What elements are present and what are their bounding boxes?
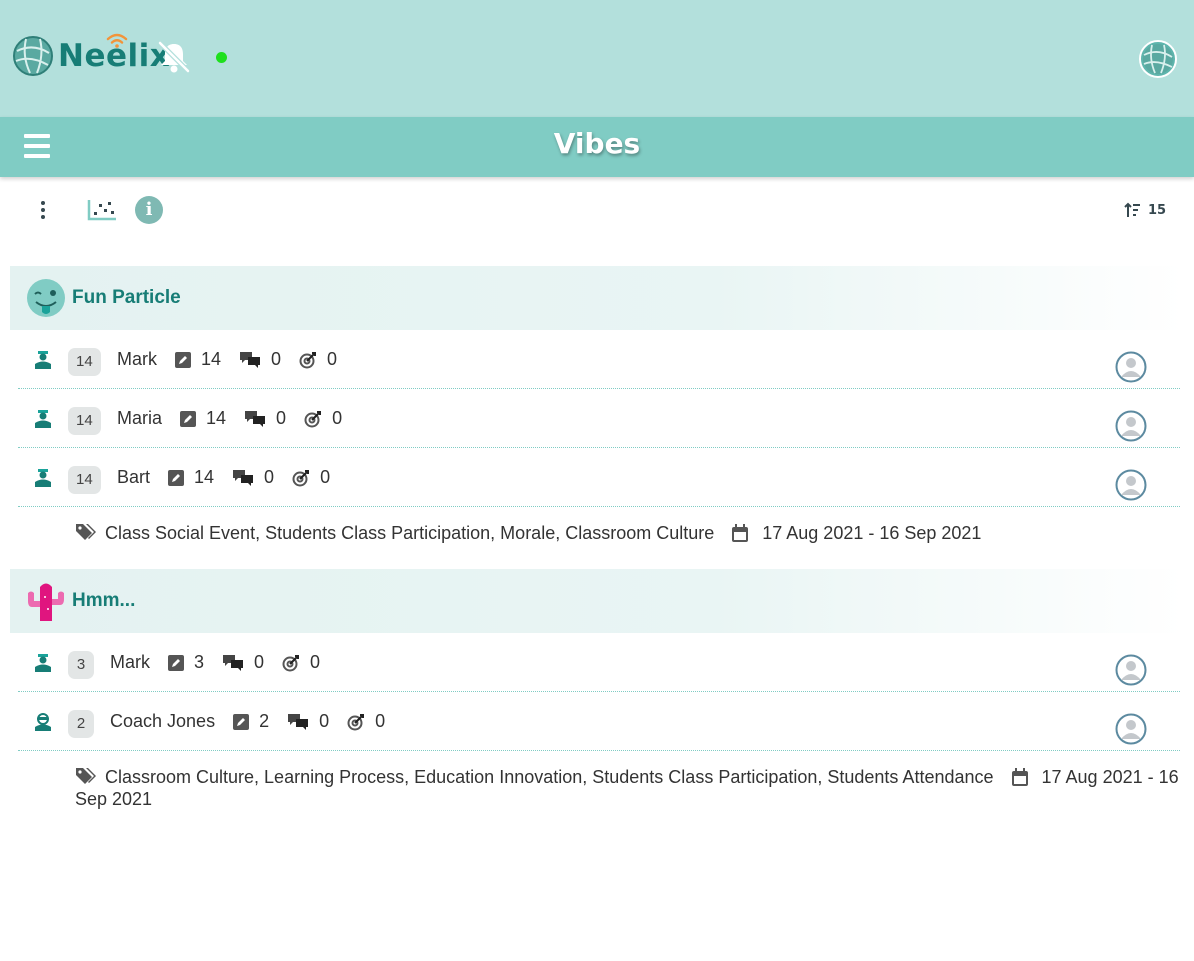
user-profile-avatar[interactable] — [1139, 40, 1177, 78]
count-badge: 2 — [68, 710, 94, 738]
edit-icon — [175, 351, 191, 368]
posts-count: 14 — [201, 349, 222, 369]
comments-count: 0 — [254, 652, 265, 672]
tags-icon — [76, 524, 96, 540]
comments-count: 0 — [319, 711, 330, 731]
teacher-icon — [35, 654, 51, 672]
group-title: Fun Particle — [72, 287, 181, 308]
title-bar: Vibes — [0, 117, 1194, 177]
tags-icon — [76, 768, 96, 784]
target-icon — [299, 351, 317, 368]
reactions-count: 0 — [375, 711, 386, 731]
online-status-dot — [216, 52, 227, 63]
comments-icon — [240, 351, 261, 368]
target-icon — [282, 654, 300, 671]
calendar-icon — [732, 524, 749, 542]
reactions-count: 0 — [310, 652, 321, 672]
top-bar: Neelix — [0, 0, 1194, 117]
user-avatar-icon[interactable] — [1115, 410, 1147, 442]
winking-tongue-face-icon — [27, 279, 65, 317]
target-icon — [304, 410, 322, 427]
target-icon — [292, 469, 310, 486]
table-row[interactable]: 14 Mark 14 0 0 — [18, 330, 1180, 389]
comments-icon — [245, 410, 266, 427]
teacher-icon — [35, 469, 51, 487]
group-meta: Class Social Event, Students Class Parti… — [75, 522, 1180, 544]
neelix-logo[interactable]: Neelix — [12, 33, 170, 79]
calendar-icon — [1011, 768, 1028, 786]
coach-icon — [35, 713, 51, 731]
table-row[interactable]: 14 Bart 14 0 0 — [18, 448, 1180, 507]
comments-icon — [233, 469, 254, 486]
teacher-icon — [35, 351, 51, 369]
wifi-signal-icon — [106, 33, 128, 48]
toolbar: i 15 — [0, 177, 1194, 243]
edit-icon — [168, 654, 184, 671]
group-header-hmm[interactable]: Hmm... — [10, 569, 1184, 633]
row-stats: Bart 14 0 0 — [117, 448, 348, 507]
comments-count: 0 — [271, 349, 282, 369]
table-row[interactable]: 2 Coach Jones 2 0 0 — [18, 692, 1180, 751]
count-badge: 3 — [68, 651, 94, 679]
table-row[interactable]: 14 Maria 14 0 0 — [18, 389, 1180, 448]
user-avatar-icon[interactable] — [1115, 713, 1147, 745]
target-icon — [347, 713, 365, 730]
user-name: Mark — [110, 652, 150, 672]
posts-count: 14 — [194, 467, 215, 487]
sort-count: 15 — [1148, 202, 1167, 218]
info-icon[interactable]: i — [135, 196, 163, 224]
user-name: Bart — [117, 467, 151, 487]
group-tags: Class Social Event, Students Class Parti… — [105, 523, 715, 543]
user-avatar-icon[interactable] — [1115, 469, 1147, 501]
user-name: Mark — [117, 349, 157, 369]
group-title: Hmm... — [72, 590, 136, 611]
user-name: Maria — [117, 408, 163, 428]
group-date-range: 17 Aug 2021 - 16 Sep 2021 — [762, 523, 982, 543]
row-stats: Mark 3 0 0 — [110, 633, 338, 692]
posts-count: 3 — [194, 652, 205, 672]
more-vertical-icon[interactable] — [36, 201, 50, 221]
posts-count: 14 — [206, 408, 227, 428]
reactions-count: 0 — [320, 467, 331, 487]
reactions-count: 0 — [327, 349, 338, 369]
count-badge: 14 — [68, 407, 101, 435]
count-badge: 14 — [68, 348, 101, 376]
user-globe-icon — [1143, 44, 1173, 74]
teacher-icon — [35, 410, 51, 428]
group-meta: Classroom Culture, Learning Process, Edu… — [75, 766, 1180, 810]
scatter-chart-icon[interactable] — [87, 199, 117, 221]
reactions-count: 0 — [332, 408, 343, 428]
comments-icon — [288, 713, 309, 730]
edit-icon — [233, 713, 250, 730]
globe-logo-icon — [13, 36, 53, 76]
comments-count: 0 — [264, 467, 275, 487]
comments-icon — [223, 654, 244, 671]
row-stats: Mark 14 0 0 — [117, 330, 355, 389]
group-tags: Classroom Culture, Learning Process, Edu… — [105, 767, 994, 787]
sort-icon — [1124, 202, 1140, 217]
notifications-muted-icon[interactable] — [156, 40, 192, 74]
table-row[interactable]: 3 Mark 3 0 0 — [18, 633, 1180, 692]
user-name: Coach Jones — [110, 711, 216, 731]
count-badge: 14 — [68, 466, 101, 494]
group-header-fun-particle[interactable]: Fun Particle — [10, 266, 1184, 330]
user-avatar-icon[interactable] — [1115, 654, 1147, 686]
user-avatar-icon[interactable] — [1115, 351, 1147, 383]
sort-control[interactable]: 15 — [1124, 201, 1166, 219]
row-stats: Coach Jones 2 0 0 — [110, 692, 403, 751]
posts-count: 2 — [259, 711, 270, 731]
cactus-icon — [28, 583, 64, 621]
comments-count: 0 — [276, 408, 287, 428]
page-title: Vibes — [553, 127, 641, 160]
row-stats: Maria 14 0 0 — [117, 389, 360, 448]
edit-icon — [180, 410, 197, 427]
edit-icon — [168, 469, 185, 486]
